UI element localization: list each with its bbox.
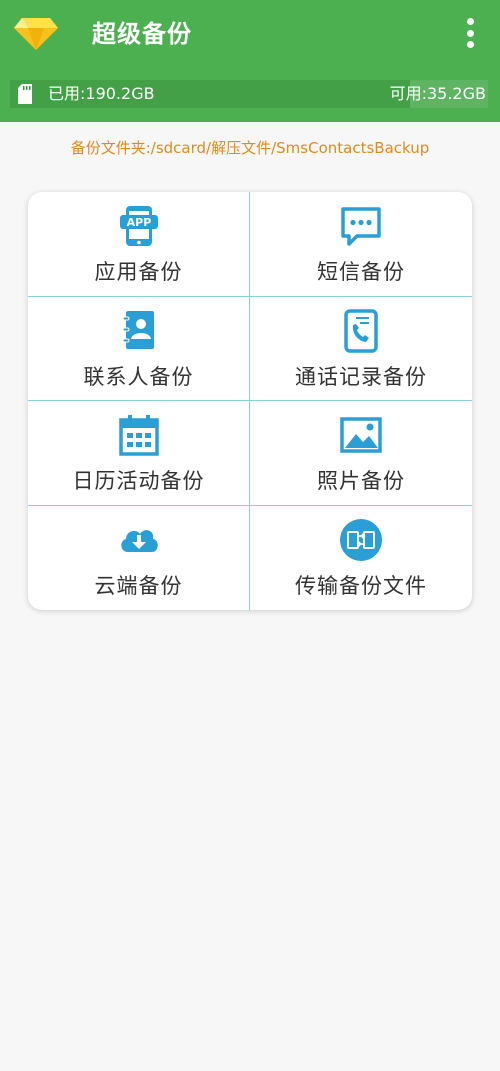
menu-item-label: 传输备份文件 — [295, 573, 427, 598]
app-title: 超级备份 — [92, 20, 192, 48]
sms-backup-button[interactable]: 短信备份 — [250, 192, 472, 297]
app-backup-button[interactable]: APP 应用备份 — [28, 192, 250, 297]
backup-menu-grid: APP 应用备份 短信备份 联系人备份 通话记录备份 日历活动备份 照片备份 云… — [28, 192, 472, 610]
transfer-backup-button[interactable]: 传输备份文件 — [250, 506, 472, 611]
photo-backup-button[interactable]: 照片备份 — [250, 401, 472, 506]
call-log-icon — [344, 308, 378, 353]
storage-used-label: 已用:190.2GB — [48, 84, 155, 103]
contacts-icon — [122, 310, 154, 349]
app-header: 超级备份 已用:190.2GB 可用:35.2GB — [0, 0, 500, 122]
call-log-backup-button[interactable]: 通话记录备份 — [250, 297, 472, 401]
menu-item-label: 短信备份 — [317, 260, 405, 284]
more-vertical-icon[interactable] — [456, 16, 484, 50]
contacts-backup-button[interactable]: 联系人备份 — [28, 296, 250, 401]
app-icon: APP — [119, 206, 158, 246]
menu-item-label: 日历活动备份 — [72, 469, 205, 493]
cloud-backup-button[interactable]: 云端备份 — [28, 505, 250, 610]
storage-bar: 已用:190.2GB 可用:35.2GB — [10, 80, 488, 108]
menu-item-label: 应用备份 — [94, 260, 183, 284]
transfer-icon — [340, 518, 382, 561]
storage-available-label: 可用:35.2GB — [389, 84, 486, 103]
message-icon — [341, 207, 381, 246]
calendar-backup-button[interactable]: 日历活动备份 — [28, 401, 250, 506]
sd-card-icon — [18, 84, 32, 104]
menu-item-label: 照片备份 — [317, 469, 405, 493]
menu-item-label: 联系人备份 — [83, 364, 194, 389]
menu-item-label: 通话记录备份 — [295, 364, 427, 389]
cloud-download-icon — [120, 529, 158, 552]
svg-text:APP: APP — [126, 216, 151, 229]
diamond-icon — [14, 18, 58, 50]
photo-icon — [340, 417, 382, 453]
backup-folder-path: 备份文件夹:/sdcard/解压文件/SmsContactsBackup — [70, 139, 430, 157]
menu-item-label: 云端备份 — [94, 573, 183, 598]
calendar-icon — [118, 415, 159, 456]
